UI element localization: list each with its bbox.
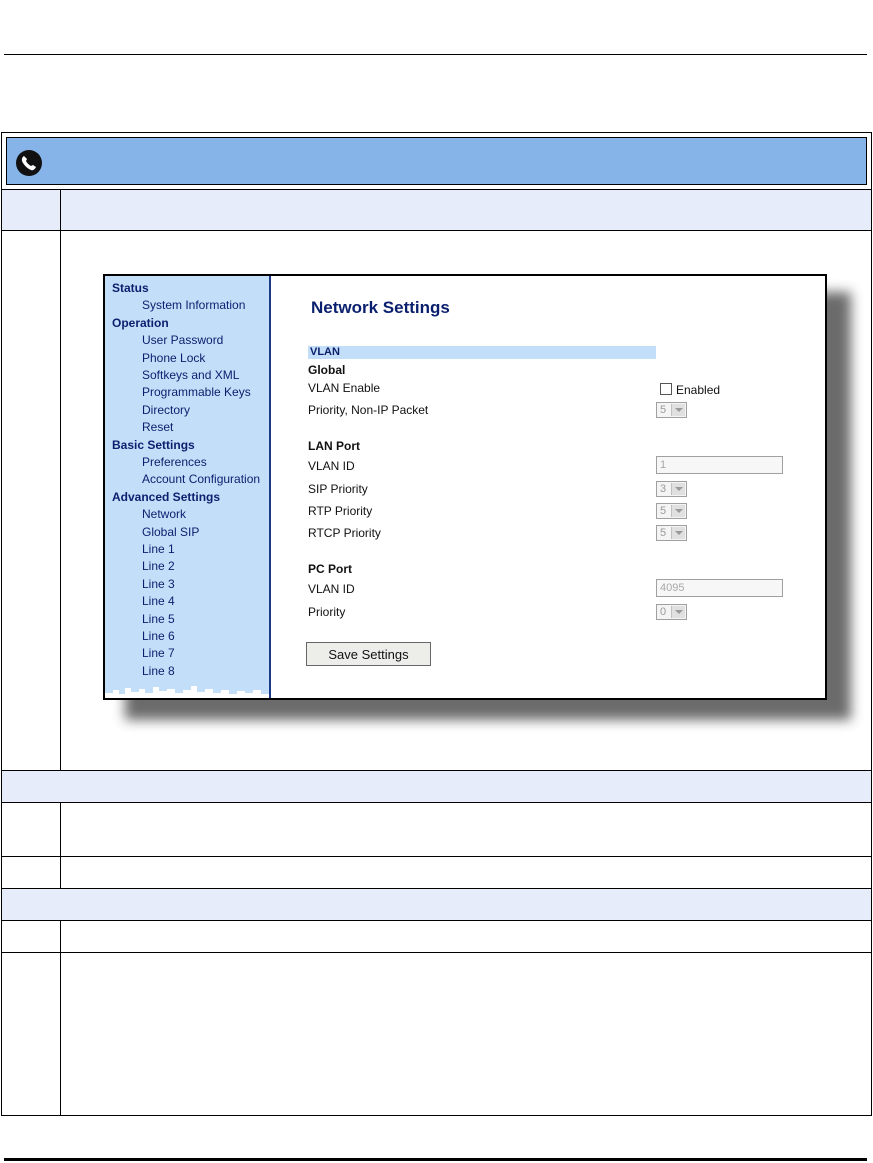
- table-section-row: [1, 771, 872, 803]
- vlan-section-label: VLAN: [310, 346, 340, 358]
- sidebar-section: Operation: [112, 315, 169, 330]
- sidebar-item[interactable]: System Information: [142, 298, 245, 312]
- rtcp-priority-value: 5: [660, 527, 667, 539]
- page-title: Network Settings: [311, 298, 450, 317]
- vlan-enable-checkbox-label: Enabled: [676, 383, 721, 397]
- rtcp-priority-select[interactable]: 5: [656, 525, 687, 541]
- table-section-row: [1, 889, 872, 921]
- priority-non-ip-select[interactable]: 5: [656, 402, 687, 418]
- sidebar-item[interactable]: Softkeys and XML: [142, 368, 239, 382]
- sidebar-item[interactable]: Programmable Keys: [142, 385, 251, 399]
- vlan-enable-checkbox[interactable]: [660, 383, 672, 395]
- priority-non-ip-label: Priority, Non-IP Packet: [308, 403, 429, 417]
- dropdown-arrow-icon: [671, 606, 685, 618]
- banner: [6, 137, 867, 185]
- pc-vlan-id-label: VLAN ID: [308, 582, 355, 596]
- sidebar-item[interactable]: Preferences: [142, 455, 207, 469]
- sidebar-item[interactable]: Reset: [142, 420, 173, 434]
- pc-vlan-id-input[interactable]: 4095: [656, 579, 783, 597]
- sidebar-item[interactable]: User Password: [142, 333, 223, 347]
- pc-vlan-id-value: 4095: [660, 582, 685, 594]
- dropdown-arrow-icon: [671, 483, 685, 495]
- top-rule: [4, 54, 867, 55]
- bottom-rule: [4, 1158, 867, 1161]
- sidebar: Status System Information Operation User Pa…: [105, 276, 271, 698]
- dropdown-arrow-icon: [671, 527, 685, 539]
- save-settings-button[interactable]: Save Settings: [306, 642, 431, 666]
- dropdown-arrow-icon: [671, 505, 685, 517]
- dropdown-arrow-icon: [671, 404, 685, 416]
- sidebar-section: Advanced Settings: [112, 489, 221, 504]
- rtp-priority-label: RTP Priority: [308, 504, 373, 518]
- skyline-graphic: [105, 686, 269, 698]
- lan-vlan-id-input[interactable]: 1: [656, 456, 783, 474]
- sidebar-item[interactable]: Global SIP: [142, 525, 199, 539]
- pc-priority-label: Priority: [308, 605, 346, 619]
- sidebar-item[interactable]: Line 4: [142, 594, 175, 608]
- lan-port-heading: LAN Port: [308, 439, 360, 453]
- sidebar-section: Status: [112, 281, 149, 295]
- table-row: [1, 803, 872, 857]
- sidebar-item[interactable]: Account Configuration: [142, 472, 260, 486]
- vlan-section-bar: VLAN: [308, 346, 656, 359]
- rtcp-priority-label: RTCP Priority: [308, 526, 381, 540]
- sidebar-item[interactable]: Line 8: [142, 664, 175, 678]
- table-row: [1, 857, 872, 889]
- banner-frame: [1, 132, 872, 190]
- sidebar-item[interactable]: Line 1: [142, 542, 175, 556]
- pc-port-heading: PC Port: [308, 562, 353, 576]
- lan-vlan-id-value: 1: [660, 459, 667, 471]
- network-settings-screenshot: Status System Information Operation User Pa…: [103, 274, 827, 700]
- pc-priority-value: 0: [660, 606, 667, 618]
- priority-non-ip-value: 5: [660, 404, 667, 416]
- table-row: [1, 953, 872, 1116]
- rtp-priority-value: 5: [660, 505, 667, 517]
- table-header-row: [1, 190, 872, 231]
- table-row: [1, 921, 872, 953]
- sidebar-item[interactable]: Line 7: [142, 646, 175, 660]
- sidebar-item[interactable]: Line 6: [142, 629, 175, 643]
- sip-priority-label: SIP Priority: [308, 482, 368, 496]
- rtp-priority-select[interactable]: 5: [656, 503, 687, 519]
- sidebar-item[interactable]: Line 5: [142, 612, 175, 626]
- lan-vlan-id-label: VLAN ID: [308, 459, 355, 473]
- sidebar-item[interactable]: Phone Lock: [142, 351, 205, 365]
- phone-icon: [16, 150, 42, 176]
- sip-priority-select[interactable]: 3: [656, 481, 687, 497]
- sidebar-item[interactable]: Network: [142, 507, 186, 521]
- sip-priority-value: 3: [660, 483, 667, 495]
- vlan-enable-label: VLAN Enable: [308, 381, 381, 395]
- pc-priority-select[interactable]: 0: [656, 604, 687, 620]
- sidebar-section: Basic Settings: [112, 437, 195, 452]
- sidebar-item[interactable]: Directory: [142, 403, 190, 417]
- sidebar-item[interactable]: Line 2: [142, 559, 175, 573]
- sidebar-item[interactable]: Line 3: [142, 577, 175, 591]
- global-heading: Global: [308, 363, 346, 377]
